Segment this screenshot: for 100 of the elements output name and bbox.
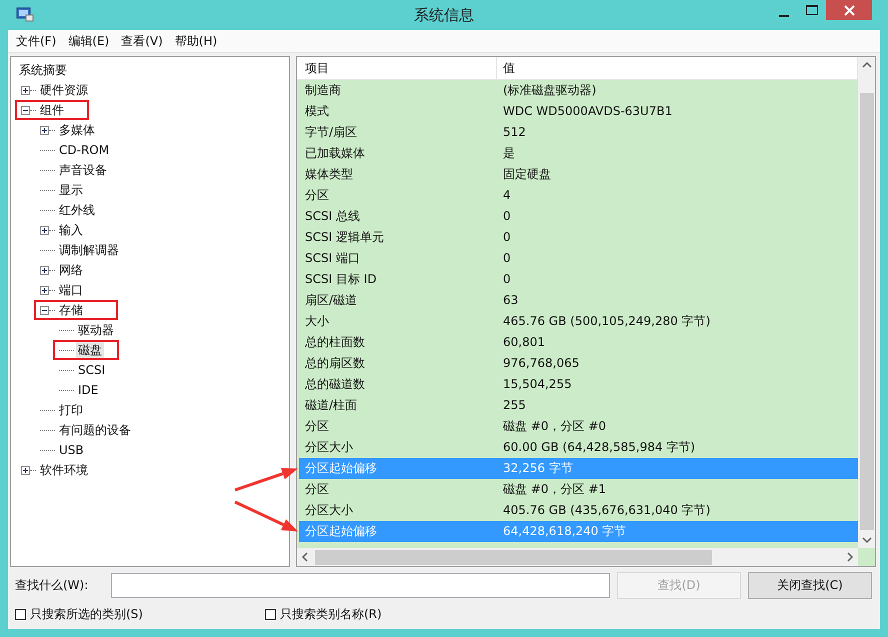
item-cell-text: SCSI 目标 ID (304, 271, 378, 288)
item-cell-text: 分区大小 (304, 502, 354, 519)
item-cell-text: 已加载媒体 (304, 145, 366, 162)
value-cell-text: 磁盘 #0，分区 #0 (502, 418, 608, 435)
item-cell-text: 大小 (304, 313, 330, 330)
tree-item[interactable]: 组件 (38, 101, 66, 119)
close-button[interactable] (826, 0, 872, 20)
expand-icon[interactable] (40, 126, 49, 134)
table-row[interactable]: SCSI 总线 0 (299, 206, 858, 227)
table-row[interactable]: SCSI 目标 ID 0 (299, 269, 858, 290)
item-cell-text: 总的扇区数 (304, 355, 366, 372)
collapse-icon[interactable] (21, 106, 30, 114)
tree-item[interactable]: 打印 (57, 401, 85, 419)
table-row[interactable]: 分区 4 (299, 185, 858, 206)
item-cell-text: 分区 (304, 481, 330, 498)
table-row[interactable]: 模式 WDC WD5000AVDS-63U7B1 (299, 101, 858, 122)
value-cell-text: WDC WD5000AVDS-63U7B1 (502, 103, 674, 120)
table-row[interactable]: 分区大小 60.00 GB (64,428,585,984 字节) (299, 437, 858, 458)
tree-item[interactable]: 调制解调器 (57, 241, 121, 259)
tree-item[interactable]: 系统摘要 (17, 61, 69, 79)
value-cell-text: 是 (502, 145, 516, 162)
value-cell-text: 0 (502, 208, 512, 225)
item-cell-text: SCSI 逻辑单元 (304, 229, 385, 246)
tree-item[interactable]: IDE (76, 381, 100, 399)
value-cell-text: 255 (502, 397, 527, 414)
system-info-app-icon (16, 6, 34, 22)
table-row[interactable]: 制造商 (标准磁盘驱动器) (299, 80, 858, 101)
tree-item[interactable]: 网络 (57, 261, 85, 279)
item-cell-text: 媒体类型 (304, 166, 354, 183)
table-row[interactable]: 扇区/磁道 63 (299, 290, 858, 311)
tree-item[interactable]: SCSI (76, 361, 108, 379)
table-row[interactable]: 分区大小 405.76 GB (435,676,631,040 字节) (299, 500, 858, 521)
tree-item[interactable]: 声音设备 (57, 161, 109, 179)
value-cell-text: 0 (502, 229, 512, 246)
table-row[interactable]: 磁道/柱面 255 (299, 395, 858, 416)
table-row[interactable]: SCSI 端口 0 (299, 248, 858, 269)
value-cell-text: 0 (502, 250, 512, 267)
value-cell-text: 32,256 字节 (502, 460, 574, 477)
expand-icon[interactable] (21, 466, 30, 474)
table-row[interactable]: 总的磁道数 15,504,255 (299, 374, 858, 395)
item-cell-text: 字节/扇区 (304, 124, 358, 141)
value-cell-text: 465.76 GB (500,105,249,280 字节) (502, 313, 712, 330)
checkbox-label[interactable]: 只搜索所选的类别(S) (30, 606, 143, 623)
vertical-scrollbar[interactable] (858, 57, 875, 548)
maximize-icon (806, 5, 818, 15)
item-cell-text: 分区大小 (304, 439, 354, 456)
find-input-field[interactable] (111, 572, 610, 598)
item-cell-text: 分区起始偏移 (304, 523, 378, 540)
tree-item[interactable]: 显示 (57, 181, 85, 199)
value-cell-text: 405.76 GB (435,676,631,040 字节) (502, 502, 712, 519)
value-cell-text: 512 (502, 124, 527, 141)
item-cell-text: 分区 (304, 187, 330, 204)
tree-item[interactable]: 有问题的设备 (57, 421, 133, 439)
value-cell-text: (标准磁盘驱动器) (502, 82, 598, 99)
item-cell-text: 分区 (304, 418, 330, 435)
tree-item[interactable]: 软件环境 (38, 461, 90, 479)
tree-item[interactable]: 驱动器 (76, 321, 116, 339)
item-cell-text: 模式 (304, 103, 330, 120)
close-find-button[interactable]: 关闭查找(C) (748, 572, 872, 598)
table-row[interactable]: 分区 磁盘 #0，分区 #0 (299, 416, 858, 437)
value-cell-text: 磁盘 #0，分区 #1 (502, 481, 608, 498)
close-icon (844, 4, 854, 16)
item-cell-text: 分区起始偏移 (304, 460, 378, 477)
table-row[interactable]: SCSI 逻辑单元 0 (299, 227, 858, 248)
tree-item[interactable]: 输入 (57, 221, 85, 239)
value-cell-text: 15,504,255 (502, 376, 573, 393)
menu-item[interactable]: 查看(V) (115, 30, 169, 52)
tree-item[interactable]: CD-ROM (57, 141, 112, 159)
item-cell-text: SCSI 端口 (304, 250, 361, 267)
tree-item[interactable]: 硬件资源 (38, 81, 90, 99)
table-row[interactable]: 字节/扇区 512 (299, 122, 858, 143)
tree-item[interactable]: 多媒体 (57, 121, 97, 139)
menu-item[interactable]: 编辑(E) (62, 30, 116, 52)
find-label: 查找什么(W): (15, 576, 90, 594)
table-row[interactable]: 分区 磁盘 #0，分区 #1 (299, 479, 858, 500)
tree-item[interactable]: 红外线 (57, 201, 97, 219)
checkbox[interactable] (265, 609, 276, 620)
table-row[interactable]: 总的扇区数 976,768,065 (299, 353, 858, 374)
checkbox-label[interactable]: 只搜索类别名称(R) (280, 606, 382, 623)
tree-item[interactable]: 端口 (57, 281, 85, 299)
expand-icon[interactable] (40, 286, 49, 294)
table-row[interactable]: 大小 465.76 GB (500,105,249,280 字节) (299, 311, 858, 332)
expand-icon[interactable] (40, 266, 49, 274)
table-row[interactable]: 总的柱面数 60,801 (299, 332, 858, 353)
table-row[interactable]: 媒体类型 固定硬盘 (299, 164, 858, 185)
item-cell-text: 总的柱面数 (304, 334, 366, 351)
tree-item[interactable]: 存储 (57, 301, 85, 319)
horizontal-scrollbar[interactable] (297, 548, 858, 566)
expand-icon[interactable] (21, 86, 30, 94)
tree-item[interactable]: USB (57, 441, 86, 459)
table-row[interactable]: 已加载媒体 是 (299, 143, 858, 164)
checkbox[interactable] (15, 609, 26, 620)
value-cell-text: 4 (502, 187, 512, 204)
menu-item[interactable]: 帮助(H) (168, 30, 224, 52)
collapse-icon[interactable] (40, 306, 49, 314)
value-cell-text: 60.00 GB (64,428,585,984 字节) (502, 439, 696, 456)
expand-icon[interactable] (40, 226, 49, 234)
column-header[interactable]: 项目 (299, 57, 497, 79)
menu-item[interactable]: 文件(F) (10, 30, 62, 52)
item-cell-text: 扇区/磁道 (304, 292, 358, 309)
